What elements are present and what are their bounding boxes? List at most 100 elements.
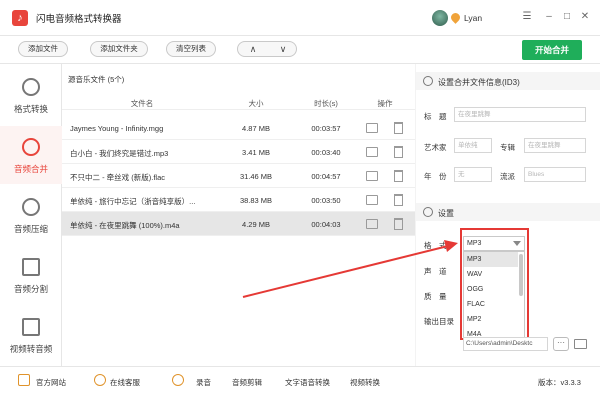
artist-input[interactable]: 单依纯: [454, 138, 492, 153]
table-row[interactable]: 单依纯 - 在夜里跳舞 (100%).m4a 4.29 MB 00:04:03: [62, 212, 415, 236]
menu-icon[interactable]: ☰: [520, 9, 534, 25]
file-size: 4.87 MB: [242, 124, 270, 133]
folder-icon[interactable]: [366, 123, 378, 133]
tts-link[interactable]: 文字语音转换: [285, 377, 330, 388]
sidebar-item-video-to-audio[interactable]: 视频转音频: [0, 306, 62, 364]
column-header-name: 文件名: [130, 99, 154, 108]
add-file-button[interactable]: 添加文件: [18, 41, 68, 57]
genre-label: 流派: [500, 172, 515, 181]
clear-list-button[interactable]: 清空列表: [166, 41, 216, 57]
support-link[interactable]: 在线客服: [110, 377, 140, 388]
music-note-icon: [22, 198, 40, 216]
file-duration: 00:03:50: [311, 196, 341, 205]
table-row[interactable]: 不只中二 - 牵丝戏 (新版).flac 31.46 MB 00:04:57: [62, 164, 415, 188]
file-duration: 00:03:57: [311, 124, 341, 133]
file-duration: 00:03:40: [311, 148, 341, 157]
file-duration: 00:04:57: [311, 172, 341, 181]
table-row[interactable]: 单依纯 - 旅行中忘记（浙音纯享版）... 38.83 MB 00:03:50: [62, 188, 415, 212]
folder-icon[interactable]: [366, 219, 378, 229]
trash-icon[interactable]: [394, 122, 403, 134]
title-bar: ♪ 闪电音频格式转换器 Lyan ☰ – □ ✕: [0, 0, 600, 36]
vip-icon: [449, 11, 462, 24]
gear-icon: [423, 207, 433, 217]
file-list: 源音乐文件 (5个) 文件名 大小 时长(s) 操作 Jaymes Young …: [62, 64, 415, 366]
headphones-icon: [423, 76, 433, 86]
year-label: 年 份: [424, 172, 447, 181]
sidebar-item-label: 音频压缩: [13, 224, 48, 234]
sidebar-item-label: 音频分割: [13, 284, 48, 294]
file-name: Jaymes Young - Infinity.mgg: [70, 124, 164, 133]
sidebar-item-label: 音频合并: [13, 164, 48, 174]
genre-input[interactable]: Blues: [524, 167, 586, 182]
settings-section-title: 设置: [438, 209, 454, 218]
column-header-size: 大小: [248, 99, 264, 108]
video-convert-link[interactable]: 视频转换: [350, 377, 380, 388]
website-link[interactable]: 官方网站: [36, 377, 66, 388]
column-header-duration: 时长(s): [314, 99, 338, 108]
open-folder-icon[interactable]: [574, 339, 587, 349]
title-input[interactable]: 在夜里跳舞: [454, 107, 586, 122]
file-name: 白小白 - 我们终究是错过.mp3: [70, 149, 169, 158]
status-bar: 官方网站 在线客服 录音 音频剪辑 文字语音转换 视频转换 版本：v3.3.3: [0, 366, 600, 394]
folder-icon[interactable]: [366, 147, 378, 157]
file-list-title: 源音乐文件 (5个): [68, 75, 125, 84]
sidebar-item-audio-split[interactable]: 音频分割: [0, 246, 62, 304]
trash-icon[interactable]: [394, 218, 403, 230]
sidebar-item-audio-compress[interactable]: 音频压缩: [0, 186, 62, 244]
record-link[interactable]: 录音: [196, 377, 211, 388]
file-name: 不只中二 - 牵丝戏 (新版).flac: [70, 173, 165, 182]
refresh-icon: [22, 78, 40, 96]
highlight-box: [460, 228, 529, 340]
year-input[interactable]: 无: [454, 167, 492, 182]
play-icon: [22, 318, 40, 336]
close-icon[interactable]: ✕: [578, 9, 592, 25]
table-row[interactable]: Jaymes Young - Infinity.mgg 4.87 MB 00:0…: [62, 116, 415, 140]
sidebar: 格式转换 音频合并 音频压缩 音频分割 视频转音频: [0, 64, 62, 366]
mic-icon: [172, 374, 184, 386]
album-label: 专辑: [500, 143, 515, 152]
add-folder-button[interactable]: 添加文件夹: [90, 41, 148, 57]
avatar[interactable]: [432, 10, 448, 26]
table-header: 文件名 大小 时长(s) 操作: [62, 94, 415, 110]
sidebar-item-audio-merge[interactable]: 音频合并: [0, 126, 62, 184]
column-header-actions: 操作: [377, 99, 393, 108]
file-duration: 00:04:03: [311, 220, 341, 229]
sidebar-item-format-convert[interactable]: 格式转换: [0, 66, 62, 124]
file-size: 38.83 MB: [239, 196, 273, 205]
browse-more-button[interactable]: ···: [553, 337, 569, 351]
file-size: 3.41 MB: [242, 148, 270, 157]
start-merge-button[interactable]: 开始合并: [522, 40, 582, 60]
format-label: 格 式: [424, 241, 447, 250]
title-label: 标 题: [424, 112, 447, 121]
username[interactable]: Lyan: [464, 13, 482, 23]
audio-cut-link[interactable]: 音频剪辑: [232, 377, 262, 388]
trash-icon[interactable]: [394, 170, 403, 182]
id3-section-title: 设置合并文件信息(ID3): [438, 78, 520, 87]
table-row[interactable]: 白小白 - 我们终究是错过.mp3 3.41 MB 00:03:40: [62, 140, 415, 164]
split-icon: [22, 258, 40, 276]
sidebar-item-label: 格式转换: [13, 104, 48, 114]
file-size: 4.29 MB: [242, 220, 270, 229]
maximize-icon[interactable]: □: [560, 9, 574, 25]
support-icon: [94, 374, 106, 386]
id3-section-header: 设置合并文件信息(ID3): [416, 72, 600, 90]
minimize-icon[interactable]: –: [542, 9, 556, 25]
file-name: 单依纯 - 在夜里跳舞 (100%).m4a: [70, 221, 180, 230]
move-up-button[interactable]: ∧: [238, 42, 268, 56]
album-input[interactable]: 在夜里跳舞: [524, 138, 586, 153]
app-logo-icon: ♪: [12, 10, 28, 26]
trash-icon[interactable]: [394, 146, 403, 158]
version-label: 版本：v3.3.3: [538, 378, 581, 387]
move-buttons: ∧ ∨: [237, 41, 297, 57]
trash-icon[interactable]: [394, 194, 403, 206]
folder-icon[interactable]: [366, 171, 378, 181]
settings-section-header: 设置: [416, 203, 600, 221]
file-name: 单依纯 - 旅行中忘记（浙音纯享版）...: [70, 197, 196, 206]
folder-icon[interactable]: [366, 195, 378, 205]
file-size: 31.46 MB: [239, 172, 273, 181]
merge-icon: [22, 138, 40, 156]
move-down-button[interactable]: ∨: [268, 42, 298, 56]
output-path-input[interactable]: C:\Users\admin\Desktc: [463, 337, 548, 351]
website-icon: [18, 374, 30, 386]
output-dir-label: 输出目录: [424, 317, 454, 326]
